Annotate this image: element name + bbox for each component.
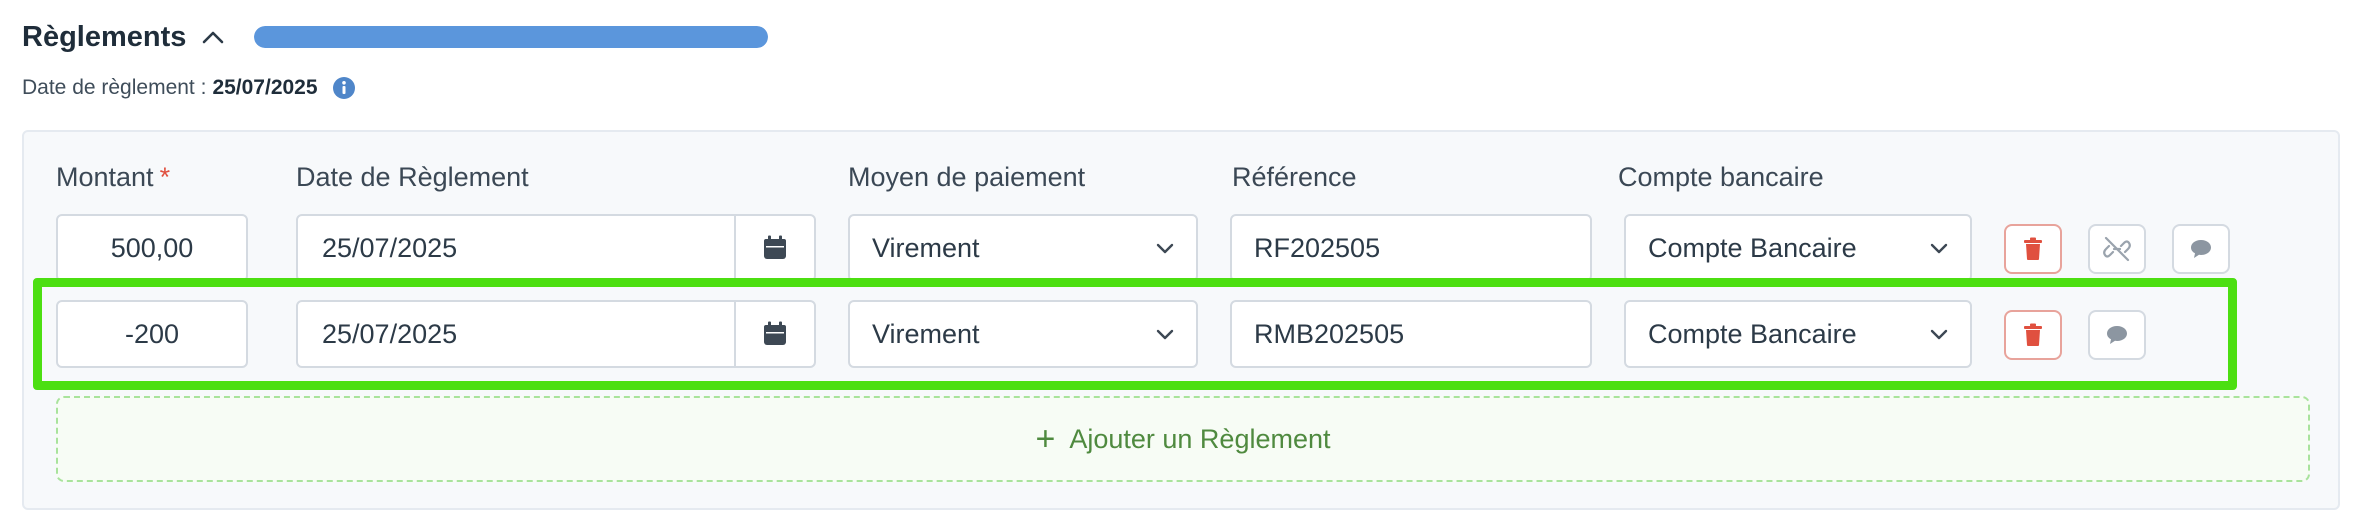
column-label-bank-account: Compte bancaire bbox=[1618, 162, 1824, 192]
delete-row-button[interactable] bbox=[2004, 310, 2062, 360]
chevron-down-icon bbox=[1156, 328, 1174, 340]
chevron-up-icon[interactable] bbox=[202, 30, 224, 44]
date-value: 25/07/2025 bbox=[322, 232, 458, 263]
amount-input[interactable]: 500,00 bbox=[56, 214, 248, 282]
required-mark: * bbox=[159, 162, 171, 192]
bank-account-select[interactable]: Compte Bancaire bbox=[1624, 300, 1972, 368]
payment-method-select[interactable]: Virement bbox=[848, 300, 1198, 368]
delete-row-button[interactable] bbox=[2004, 224, 2062, 274]
section-header: Règlements bbox=[22, 14, 769, 60]
comment-icon bbox=[2191, 240, 2211, 258]
payment-method-value: Virement bbox=[872, 232, 980, 263]
chevron-down-icon bbox=[1930, 328, 1948, 340]
amount-input[interactable]: -200 bbox=[56, 300, 248, 368]
date-input[interactable]: 25/07/2025 bbox=[296, 300, 816, 368]
reference-input[interactable]: RF202505 bbox=[1230, 214, 1592, 282]
trash-icon bbox=[2024, 237, 2042, 260]
info-icon[interactable] bbox=[332, 76, 356, 100]
column-label-payment-method: Moyen de paiement bbox=[848, 162, 1086, 192]
add-payment-label: Ajouter un Règlement bbox=[1069, 423, 1331, 454]
progress-bar bbox=[254, 26, 769, 48]
payment-row: -200 25/07/2025 Virement RMB202505 Compt… bbox=[0, 300, 2362, 370]
payment-row: 500,00 25/07/2025 Virement RF202505 Comp… bbox=[0, 214, 2362, 284]
column-label-reference: Référence bbox=[1232, 162, 1357, 192]
chevron-down-icon bbox=[1156, 242, 1174, 254]
add-payment-button[interactable]: + Ajouter un Règlement bbox=[56, 396, 2310, 482]
trash-icon bbox=[2024, 323, 2042, 346]
comment-button[interactable] bbox=[2172, 224, 2230, 274]
payment-method-select[interactable]: Virement bbox=[848, 214, 1198, 282]
date-input[interactable]: 25/07/2025 bbox=[296, 214, 816, 282]
payment-date-value: 25/07/2025 bbox=[212, 76, 318, 99]
calendar-icon bbox=[764, 321, 786, 345]
amount-label-text: Montant bbox=[56, 162, 154, 192]
progress-fill bbox=[254, 26, 769, 48]
payment-date-line: Date de règlement : 25/07/2025 bbox=[22, 72, 356, 104]
unlink-button[interactable] bbox=[2088, 224, 2146, 274]
column-label-date: Date de Règlement bbox=[296, 162, 529, 192]
comment-button[interactable] bbox=[2088, 310, 2146, 360]
reference-input[interactable]: RMB202505 bbox=[1230, 300, 1592, 368]
comment-icon bbox=[2107, 326, 2127, 344]
date-value: 25/07/2025 bbox=[322, 318, 458, 349]
bank-account-value: Compte Bancaire bbox=[1648, 318, 1857, 349]
plus-icon: + bbox=[1035, 420, 1056, 458]
bank-account-select[interactable]: Compte Bancaire bbox=[1624, 214, 1972, 282]
calendar-button[interactable] bbox=[734, 216, 814, 280]
payment-date-label: Date de règlement : bbox=[22, 76, 207, 99]
calendar-button[interactable] bbox=[734, 302, 814, 366]
chevron-down-icon bbox=[1930, 242, 1948, 254]
payment-method-value: Virement bbox=[872, 318, 980, 349]
calendar-icon bbox=[764, 235, 786, 259]
unlink-icon bbox=[2103, 236, 2131, 262]
section-title: Règlements bbox=[22, 20, 187, 53]
bank-account-value: Compte Bancaire bbox=[1648, 232, 1857, 263]
column-label-amount: Montant * bbox=[56, 162, 170, 193]
